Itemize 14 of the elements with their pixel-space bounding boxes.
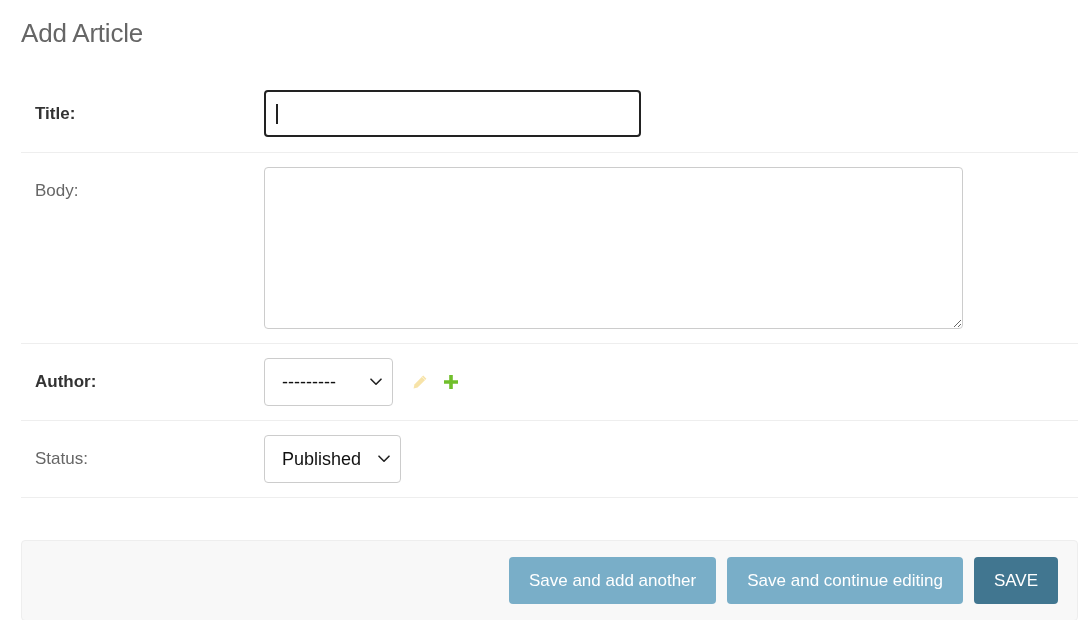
page-title: Add Article (21, 17, 145, 50)
text-cursor-icon (276, 103, 278, 124)
field-label: Author: (35, 371, 97, 393)
textarea-field[interactable] (264, 167, 963, 329)
plus-icon[interactable] (444, 375, 458, 389)
select-dropdown[interactable]: Published (264, 435, 402, 483)
field-label: Body: (35, 180, 79, 202)
chevron-down-icon (378, 455, 391, 463)
field-label: Status: (35, 448, 88, 470)
field-label: Title: (35, 103, 76, 125)
chevron-down-icon (370, 378, 382, 386)
text-input[interactable] (264, 90, 641, 137)
save-button[interactable]: SAVE (973, 557, 1058, 604)
select-dropdown[interactable]: --------- (264, 358, 393, 406)
